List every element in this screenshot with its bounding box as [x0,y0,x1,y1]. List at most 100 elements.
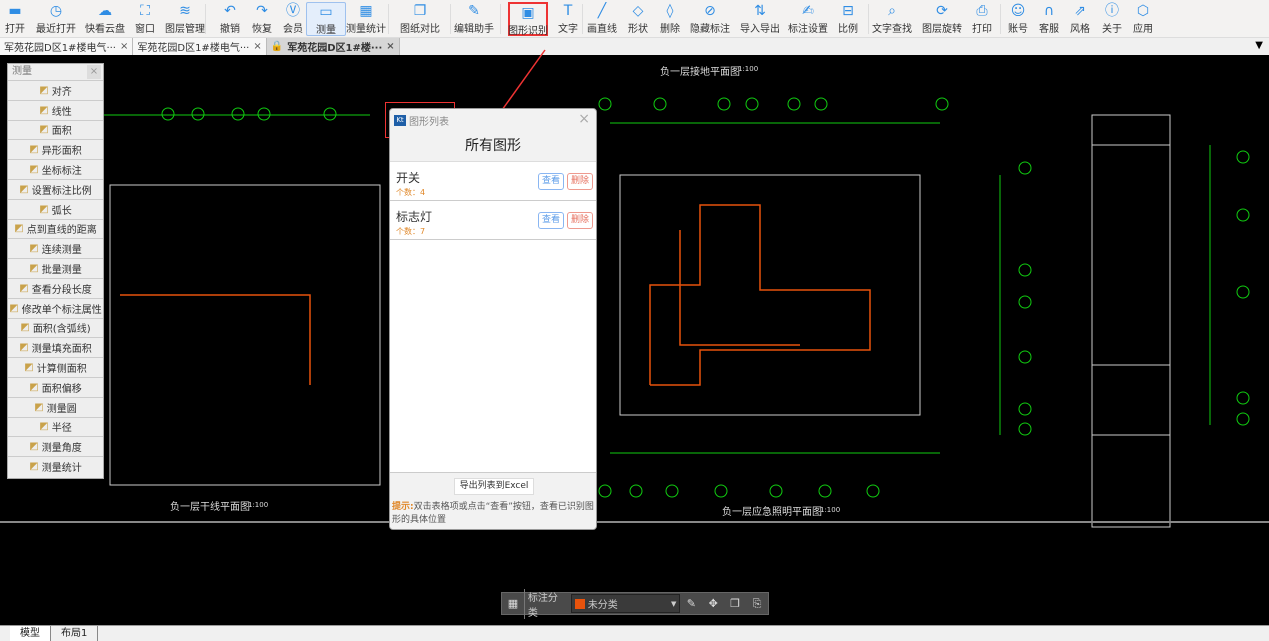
document-tabs: 军苑花园D区1#楼电气··· × 军苑花园D区1#楼电气··· × 🔒 军苑花园D区1#楼… [0,38,1269,55]
layout-tab[interactable]: 模型 [10,626,51,641]
measure-tool-icon: ◩ [39,84,49,96]
toolbar-button-measure-stats[interactable]: ▦ 测量统计 [346,2,386,36]
delete-button[interactable]: 删除 [567,212,593,229]
close-icon[interactable]: × [253,41,261,52]
measure-item[interactable]: ◩ 测量统计 [8,456,103,476]
toolbar-divider [582,4,583,34]
close-icon[interactable]: × [87,65,101,79]
measure-panel: 测量 × ◩ 对齐 ◩ 线性 ◩ 面积 ◩ 异形面积 ◩ 坐标标注 ◩ 设置标注比例 ◩ 弧长 ◩ 点到直线的距… [7,63,104,479]
move-icon[interactable]: ✥ [702,597,724,610]
measure-tool-icon: ◩ [39,203,49,215]
shape-list-row[interactable]: 标志灯 个数：7 查看 删除 [390,201,596,240]
line-icon: ╱ [597,3,607,19]
measure-item[interactable]: ◩ 设置标注比例 [8,178,103,199]
close-icon[interactable]: × [386,41,394,52]
document-tab[interactable]: 🔒 军苑花园D区1#楼··· × [266,38,400,55]
toolbar-button-text-search[interactable]: ⌕ 文字查找 [872,2,912,36]
toolbar-button-apps[interactable]: ⬡ 应用 [1123,2,1163,36]
measure-item[interactable]: ◩ 半径 [8,416,103,437]
toolbar-button-label: 删除 [660,24,680,35]
document-tab[interactable]: 军苑花园D区1#楼电气··· × [0,38,134,55]
paste-icon[interactable]: ⎘ [746,597,768,611]
measure-item[interactable]: ◩ 连续测量 [8,238,103,258]
toolbar-button-eraser[interactable]: ◊ 删除 [650,2,690,36]
measure-tool-icon: ◩ [29,144,39,156]
toolbar-button-label: 文字 [558,24,578,35]
toolbar-button-annotation-settings[interactable]: ✍ 标注设置 [788,2,828,36]
copy-icon[interactable]: ❐ [724,597,746,610]
measure-tool-icon: ◩ [29,263,39,275]
measure-item[interactable]: ◩ 修改单个标注属性 [8,297,103,318]
measure-item-label: 测量统计 [41,463,82,475]
dropdown-menu-icon[interactable]: ▼ [1255,40,1263,51]
toolbar-button-label: 编辑助手 [454,24,494,35]
toolbar-button-hide[interactable]: ⊘ 隐藏标注 [690,2,730,36]
view-button[interactable]: 查看 [538,173,564,190]
measure-item[interactable]: ◩ 面积偏移 [8,376,103,397]
measure-item[interactable]: ◩ 查看分段长度 [8,277,103,298]
measure-item[interactable]: ◩ 计算侧面积 [8,357,103,377]
tip-text: 提示:双击表格项或点击“查看”按钮，查看已识别图形的具体位置 [392,502,594,525]
view-button[interactable]: 查看 [538,212,564,229]
folder-open-icon: ▬ [8,3,22,19]
toolbar-button-label: 图层旋转 [922,24,962,35]
toolbar-button-layers[interactable]: ≋ 图层管理 [165,2,205,36]
measure-tool-icon: ◩ [34,401,44,413]
delete-button[interactable]: 删除 [567,173,593,190]
toolbar-button-shape-recognition[interactable]: ▣ 图形识别 [508,2,548,37]
measure-item[interactable]: ◩ 面积 [8,119,103,140]
measure-item-label: 点到直线的距离 [26,225,97,237]
measure-item[interactable]: ◩ 面积(含弧线) [8,317,103,338]
edit-icon[interactable]: ✎ [680,597,702,610]
measure-tool-icon: ◩ [39,104,49,116]
toolbar-button-import-export[interactable]: ⇅ 导入导出 [740,2,780,36]
measure-item-label: 批量测量 [41,265,82,277]
ruler-icon: ▭ [319,4,333,20]
measure-item[interactable]: ◩ 对齐 [8,80,103,100]
toolbar-button-compare[interactable]: ❐ 图纸对比 [400,2,440,36]
drawing-title: 负一层应急照明平面图 [722,507,822,518]
measure-item-label: 修改单个标注属性 [21,304,102,316]
grid-icon[interactable]: ▦ [502,597,524,610]
measure-item[interactable]: ◩ 测量圆 [8,396,103,417]
measure-tool-icon: ◩ [29,243,39,255]
measure-item[interactable]: ◩ 线性 [8,99,103,120]
export-excel-button[interactable]: 导出列表到Excel [454,478,534,495]
measure-item-label: 面积偏移 [41,383,82,395]
toolbar-button-folder-open[interactable]: ▬ 打开 [0,2,35,36]
toolbar-button-print[interactable]: ⎙ 打印 [962,2,1002,36]
measure-tool-icon: ◩ [29,381,39,393]
document-tab[interactable]: 军苑花园D区1#楼电气··· × [133,38,267,55]
toolbar-button-cloud[interactable]: ☁ 快看云盘 [85,2,125,36]
toolbar-button-label: 比例 [838,24,858,35]
toolbar-divider [450,4,451,34]
toolbar-divider [500,4,501,34]
measure-item[interactable]: ◩ 坐标标注 [8,159,103,179]
measure-item[interactable]: ◩ 异形面积 [8,139,103,159]
measure-item[interactable]: ◩ 弧长 [8,198,103,219]
measure-item[interactable]: ◩ 测量角度 [8,436,103,456]
measure-item[interactable]: ◩ 点到直线的距离 [8,218,103,239]
toolbar-button-window[interactable]: ⛶ 窗口 [125,2,165,36]
layout-tab[interactable]: 布局1 [51,626,99,641]
measure-item[interactable]: ◩ 测量填充面积 [8,337,103,357]
measure-tool-icon: ◩ [14,223,24,235]
toolbar-button-scale[interactable]: ⊟ 比例 [828,2,868,36]
toolbar-button-label: 导入导出 [740,24,780,35]
cad-canvas[interactable]: 负一层接地平面图 1:100 负一层应急照明平面图 1:100 负一层干线平面图… [0,55,1269,625]
measure-item[interactable]: ◩ 批量测量 [8,258,103,278]
toolbar-button-edit-assistant[interactable]: ✎ 编辑助手 [454,2,494,36]
toolbar-button-ruler[interactable]: ▭ 测量 [306,2,346,36]
toolbar-button-label: 账号 [1008,24,1028,35]
close-icon[interactable]: × [578,111,590,127]
category-select[interactable]: 未分类 ▼ [570,594,681,613]
annotation-settings-icon: ✍ [802,3,814,19]
toolbar-button-line[interactable]: ╱ 画直线 [582,2,622,36]
close-icon[interactable]: × [120,41,128,52]
toolbar-button-history[interactable]: ◷ 最近打开 [36,2,76,36]
measure-item-label: 面积(含弧线) [32,324,91,336]
shape-icon: ◇ [632,3,644,19]
measure-item-label: 查看分段长度 [31,284,92,296]
shape-list-row[interactable]: 开关 个数：4 查看 删除 [390,162,596,201]
toolbar-button-rotate[interactable]: ⟳ 图层旋转 [922,2,962,36]
